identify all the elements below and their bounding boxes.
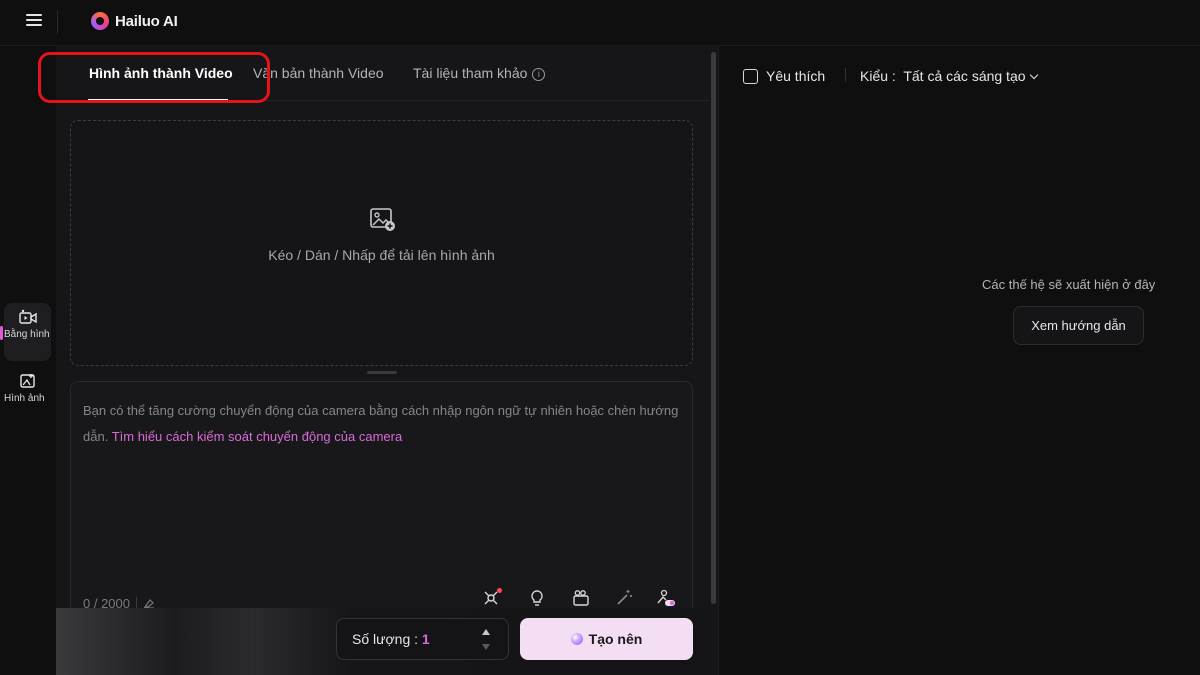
increment-arrow-icon[interactable] bbox=[482, 629, 490, 635]
panel-scrollbar[interactable] bbox=[711, 52, 716, 604]
image-toggle-icon bbox=[657, 589, 675, 606]
sidebar-item-video[interactable]: Bằng hình bbox=[4, 303, 51, 361]
sidebar-item-label: Bằng hình bbox=[4, 329, 50, 340]
empty-state-message: Các thế hệ sẽ xuất hiện ở đây bbox=[982, 277, 1156, 292]
tab-reference[interactable]: Tài liệu tham khảo i bbox=[413, 65, 546, 81]
prompt-suggestion-button[interactable] bbox=[527, 588, 547, 608]
prompt-placeholder: Bạn có thể tăng cường chuyển động của ca… bbox=[83, 398, 683, 450]
chevron-down-icon bbox=[1029, 70, 1038, 80]
view-guide-button[interactable]: Xem hướng dẫn bbox=[1013, 306, 1144, 345]
movie-camera-icon bbox=[573, 590, 589, 606]
quantity-label: Số lượng : 1 bbox=[352, 631, 430, 647]
image-add-icon bbox=[20, 374, 35, 388]
info-icon[interactable]: i bbox=[532, 68, 546, 81]
favorite-label: Yêu thích bbox=[766, 68, 826, 84]
upload-instruction: Kéo / Dán / Nhấp để tải lên hình ảnh bbox=[268, 247, 495, 263]
image-upload-dropzone[interactable]: Kéo / Dán / Nhấp để tải lên hình ảnh bbox=[70, 120, 693, 366]
video-camera-icon bbox=[19, 309, 37, 324]
divider bbox=[845, 68, 846, 82]
favorite-checkbox[interactable] bbox=[743, 68, 758, 84]
type-filter-label: Kiểu : bbox=[860, 68, 896, 84]
quantity-value: 1 bbox=[421, 631, 430, 647]
generations-panel bbox=[718, 46, 1200, 675]
decrement-arrow-icon[interactable] bbox=[482, 644, 490, 650]
create-button-label: Tạo nên bbox=[588, 631, 643, 647]
type-filter-value: Tất cả các sáng tạo bbox=[903, 68, 1026, 84]
sidebar-item-label: Hình ảnh bbox=[4, 393, 45, 404]
top-bar: Hailuo AI bbox=[0, 0, 1200, 46]
logo-mark-icon bbox=[91, 12, 109, 30]
logo[interactable]: Hailuo AI bbox=[91, 12, 178, 30]
sidebar-item-image[interactable]: Hình ảnh bbox=[4, 367, 51, 425]
tab-image-to-video[interactable]: Hình ảnh thành Video bbox=[89, 65, 233, 81]
logo-text: Hailuo AI bbox=[115, 12, 178, 30]
hamburger-menu-icon[interactable] bbox=[26, 14, 42, 28]
type-filter-dropdown[interactable]: Kiểu : Tất cả các sáng tạo bbox=[860, 68, 1038, 84]
prompt-textarea[interactable]: Bạn có thể tăng cường chuyển động của ca… bbox=[70, 381, 693, 621]
enhance-prompt-button[interactable] bbox=[614, 588, 634, 608]
quantity-label-text: Số lượng : bbox=[352, 631, 419, 647]
active-tab-underline bbox=[88, 99, 228, 101]
favorite-filter[interactable]: Yêu thích bbox=[743, 68, 825, 84]
gem-icon bbox=[570, 633, 583, 645]
toggle-setting-button[interactable] bbox=[656, 588, 676, 608]
create-button[interactable]: Tạo nên bbox=[520, 618, 693, 660]
image-upload-icon bbox=[370, 208, 395, 231]
resize-handle[interactable] bbox=[367, 371, 397, 374]
active-nav-indicator bbox=[0, 326, 3, 340]
camera-control-help-link[interactable]: Tìm hiểu cách kiểm soát chuyển động của … bbox=[112, 429, 402, 444]
camera-movement-tool-button[interactable] bbox=[481, 588, 502, 608]
camera-preset-button[interactable] bbox=[571, 588, 591, 608]
tab-reference-label: Tài liệu tham khảo bbox=[413, 65, 528, 81]
magic-wand-icon bbox=[617, 590, 632, 605]
quantity-stepper[interactable]: Số lượng : 1 bbox=[336, 618, 509, 660]
tab-text-to-video[interactable]: Văn bản thành Video bbox=[253, 65, 384, 81]
divider bbox=[57, 10, 58, 34]
lightbulb-icon bbox=[531, 590, 543, 606]
notification-dot bbox=[497, 588, 502, 593]
